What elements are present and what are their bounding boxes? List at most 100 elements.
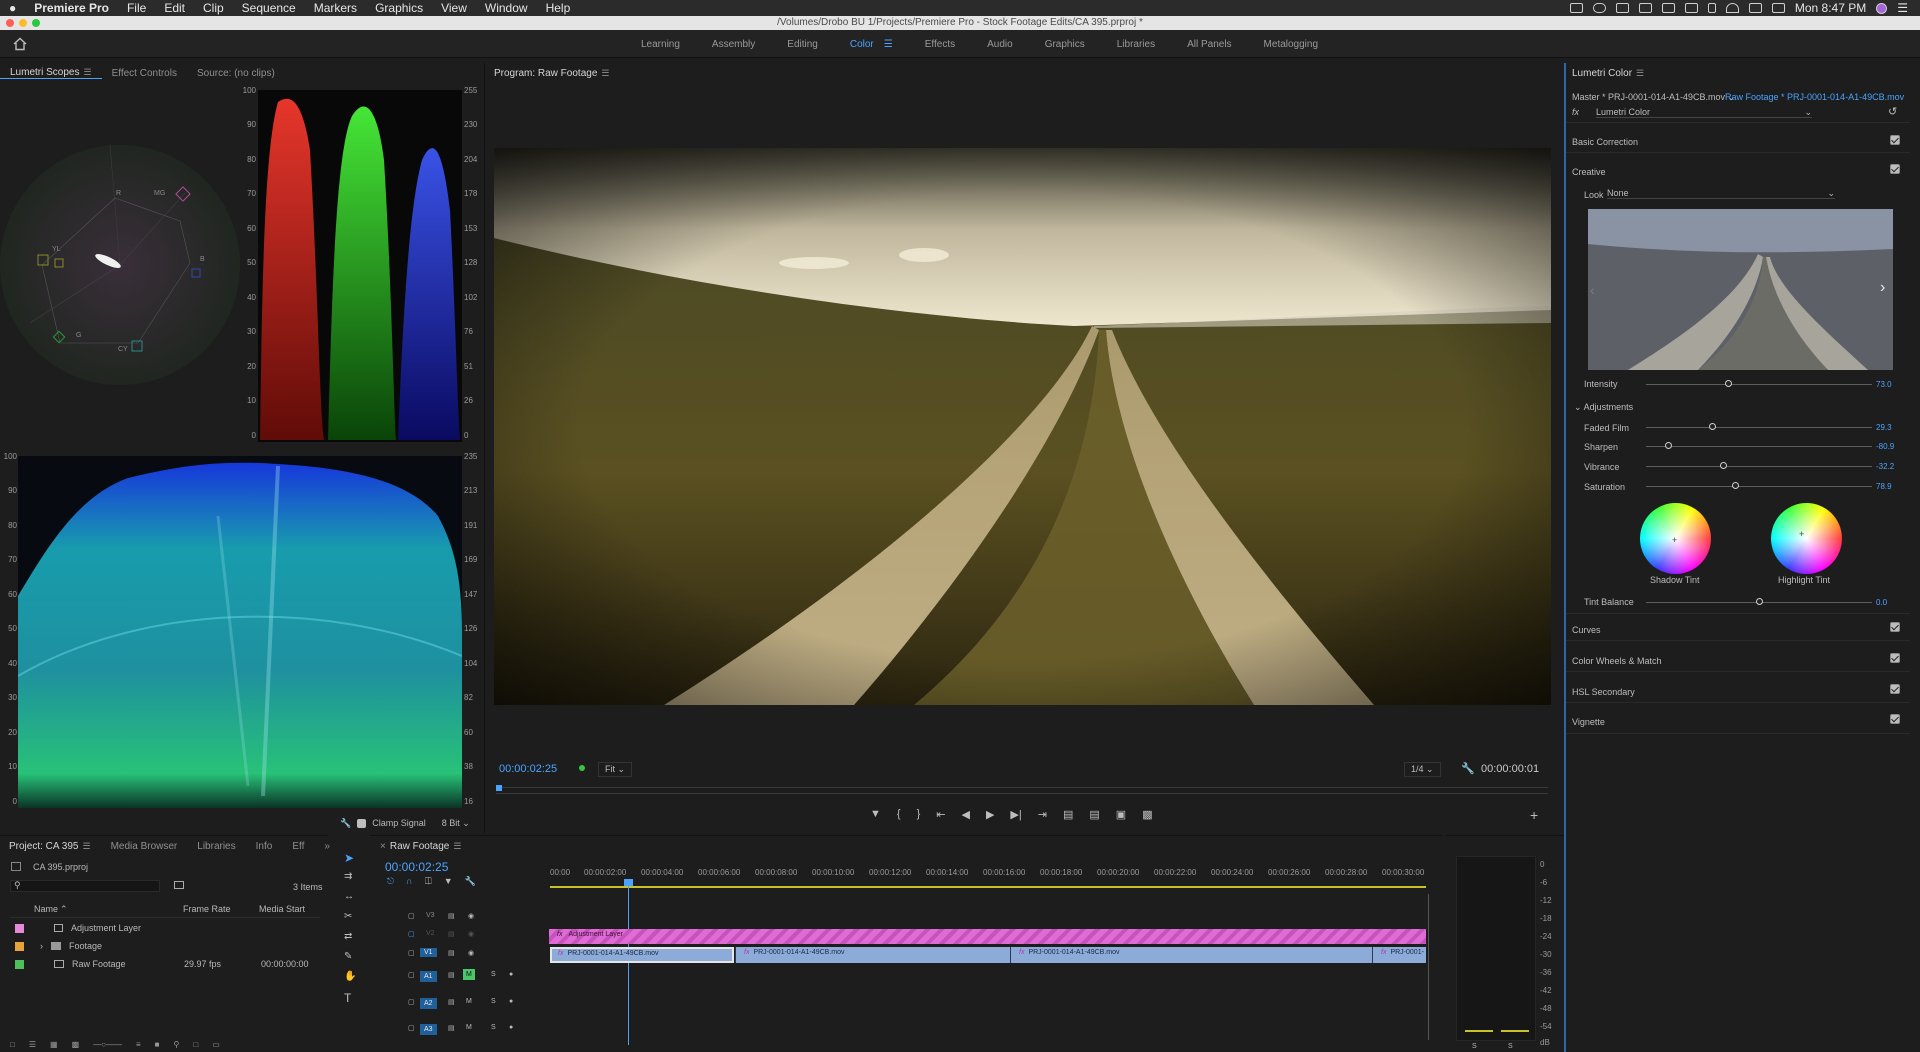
add-marker-icon[interactable]: ▼ [444, 876, 453, 887]
panel-menu-icon[interactable]: ☰ [601, 68, 609, 78]
battery-icon[interactable] [1661, 3, 1675, 13]
workspace-audio[interactable]: Audio [971, 39, 1029, 50]
go-to-in-icon[interactable]: ⇤ [936, 808, 945, 821]
program-scrubber[interactable] [496, 785, 1548, 797]
creative-checkbox[interactable] [1890, 164, 1900, 174]
wifi-icon[interactable] [1725, 3, 1739, 13]
faded-film-value[interactable]: 29.3 [1876, 423, 1892, 432]
hand-tool-icon[interactable]: ✋ [344, 971, 356, 982]
play-icon[interactable]: ▶ [986, 808, 994, 821]
workspace-all-panels[interactable]: All Panels [1171, 39, 1247, 50]
playhead-marker[interactable] [496, 785, 502, 791]
adjustment-layer-clip[interactable]: fx Adjustment Layer [549, 929, 1426, 944]
workspace-assembly[interactable]: Assembly [696, 39, 771, 50]
sharpen-slider-knob[interactable] [1664, 442, 1672, 449]
menu-edit[interactable]: Edit [155, 1, 194, 15]
adjustments-header[interactable]: ⌄ Adjustments [1574, 402, 1633, 413]
solo-left-button[interactable]: S [1472, 1043, 1477, 1050]
lock-icon[interactable]: ▢ [408, 912, 415, 920]
list-item[interactable]: Adjustment Layer [10, 919, 320, 937]
tab-lumetri-color[interactable]: Lumetri Color ☰ [1566, 68, 1654, 79]
workspace-graphics[interactable]: Graphics [1029, 39, 1101, 50]
sync-lock-icon[interactable]: ▤ [448, 1024, 455, 1032]
clamp-signal-checkbox[interactable] [357, 818, 367, 828]
tab-program[interactable]: Program: Raw Footage ☰ [485, 68, 619, 79]
workspace-learning[interactable]: Learning [625, 39, 696, 50]
tab-libraries[interactable]: Libraries [187, 841, 245, 852]
video-clip[interactable]: fx PRJ-0001- [1372, 947, 1426, 963]
lock-icon[interactable]: □ [10, 1040, 15, 1050]
tab-effects[interactable]: Eff [282, 841, 314, 852]
effect-dropdown[interactable]: Lumetri Color ⌄ [1596, 107, 1812, 118]
menu-icon[interactable]: ☰ [884, 39, 893, 50]
notifications-icon[interactable]: ☰ [1897, 1, 1908, 15]
vibrance-slider[interactable] [1646, 466, 1872, 467]
list-item[interactable]: › Footage [10, 937, 320, 955]
color-wheels-header[interactable]: Color Wheels & Match [1572, 656, 1662, 666]
drive-icon[interactable] [1638, 3, 1652, 13]
close-window-icon[interactable] [6, 19, 14, 27]
expand-arrow-icon[interactable]: › [40, 941, 43, 951]
go-to-out-icon[interactable]: ⇥ [1038, 808, 1047, 821]
timeline-ruler[interactable]: 00:00 00:00:02:00 00:00:04:00 00:00:06:0… [550, 868, 1425, 888]
solo-button[interactable]: S [491, 1024, 496, 1031]
tab-source[interactable]: Source: (no clips) [187, 68, 285, 79]
settings-wrench-icon[interactable]: 🔧 [1461, 762, 1475, 775]
sync-lock-icon[interactable]: ▤ [448, 971, 455, 979]
resolution-dropdown[interactable]: 1/4 ⌄ [1404, 762, 1441, 777]
siri-icon[interactable] [1876, 2, 1888, 14]
snap-icon[interactable]: ∩ [406, 876, 412, 887]
workspace-libraries[interactable]: Libraries [1101, 39, 1171, 50]
marker-icon[interactable]: ▼ [870, 808, 881, 821]
master-clip-selector[interactable]: Master * PRJ-0001-014-A1-49CB.mov ⌄ [1572, 92, 1735, 103]
timeline-settings-icon[interactable]: 🔧 [465, 876, 476, 887]
lock-icon[interactable]: ▢ [408, 998, 415, 1006]
menu-markers[interactable]: Markers [305, 1, 366, 15]
tab-info[interactable]: Info [246, 841, 283, 852]
menu-help[interactable]: Help [537, 1, 580, 15]
sort-icon[interactable]: ≡ [136, 1040, 141, 1050]
look-dropdown[interactable]: None ⌄ [1607, 188, 1835, 199]
hsl-secondary-checkbox[interactable] [1890, 684, 1900, 694]
icon-view-icon[interactable]: ▦ [50, 1040, 58, 1050]
type-tool-icon[interactable]: T [344, 991, 351, 1005]
slip-tool-icon[interactable]: ⇄ [344, 931, 352, 942]
track-label[interactable]: A3 [420, 1024, 437, 1035]
tab-media-browser[interactable]: Media Browser [101, 841, 188, 852]
ripple-edit-tool-icon[interactable]: ↔ [344, 891, 354, 902]
column-frame-rate[interactable]: Frame Rate [183, 904, 231, 914]
mute-button[interactable]: M [463, 969, 475, 980]
video-clip[interactable]: fx PRJ-0001-014-A1-49CB.mov [735, 947, 1010, 963]
color-wheels-checkbox[interactable] [1890, 653, 1900, 663]
volume-icon[interactable] [1748, 3, 1762, 13]
saturation-slider[interactable] [1646, 486, 1872, 487]
extract-icon[interactable]: ▤ [1089, 808, 1099, 821]
video-clip[interactable]: fx PRJ-0001-014-A1-49CB.mov [550, 947, 734, 963]
lock-icon[interactable]: ▢ [408, 1024, 415, 1032]
basic-correction-header[interactable]: Basic Correction [1572, 137, 1638, 147]
find-icon[interactable]: ⚲ [174, 1040, 180, 1050]
minimize-window-icon[interactable] [19, 19, 27, 27]
eye-icon[interactable]: ◉ [468, 949, 474, 957]
step-back-icon[interactable]: ◀ [961, 808, 969, 821]
new-item-icon[interactable]: □ [193, 1040, 198, 1050]
sharpen-slider[interactable] [1646, 446, 1872, 447]
airplay-icon[interactable] [1684, 3, 1698, 13]
panel-menu-icon[interactable]: ☰ [83, 67, 91, 77]
microphone-icon[interactable]: ● [509, 971, 513, 978]
track-label[interactable]: V2 [426, 930, 435, 937]
delete-icon[interactable]: ▭ [212, 1040, 220, 1050]
next-look-icon[interactable]: › [1880, 279, 1885, 297]
list-item[interactable]: Raw Footage 29.97 fps 00:00:00:00 [10, 955, 320, 973]
eye-icon[interactable]: ◉ [468, 912, 474, 920]
solo-button[interactable]: S [491, 998, 496, 1005]
faded-film-slider[interactable] [1646, 427, 1872, 428]
mute-button[interactable]: M [466, 1024, 472, 1031]
nest-icon[interactable]: ⎋ [387, 876, 394, 887]
tab-sequence[interactable]: Raw Footage ☰ [388, 841, 472, 852]
active-clip-label[interactable]: Raw Footage * PRJ-0001-014-A1-49CB.mov [1725, 92, 1904, 102]
dropbox-icon[interactable] [1615, 3, 1629, 13]
mute-button[interactable]: M [466, 998, 472, 1005]
panel-menu-icon[interactable]: ☰ [453, 841, 461, 851]
freeform-view-icon[interactable]: ▩ [72, 1040, 80, 1050]
